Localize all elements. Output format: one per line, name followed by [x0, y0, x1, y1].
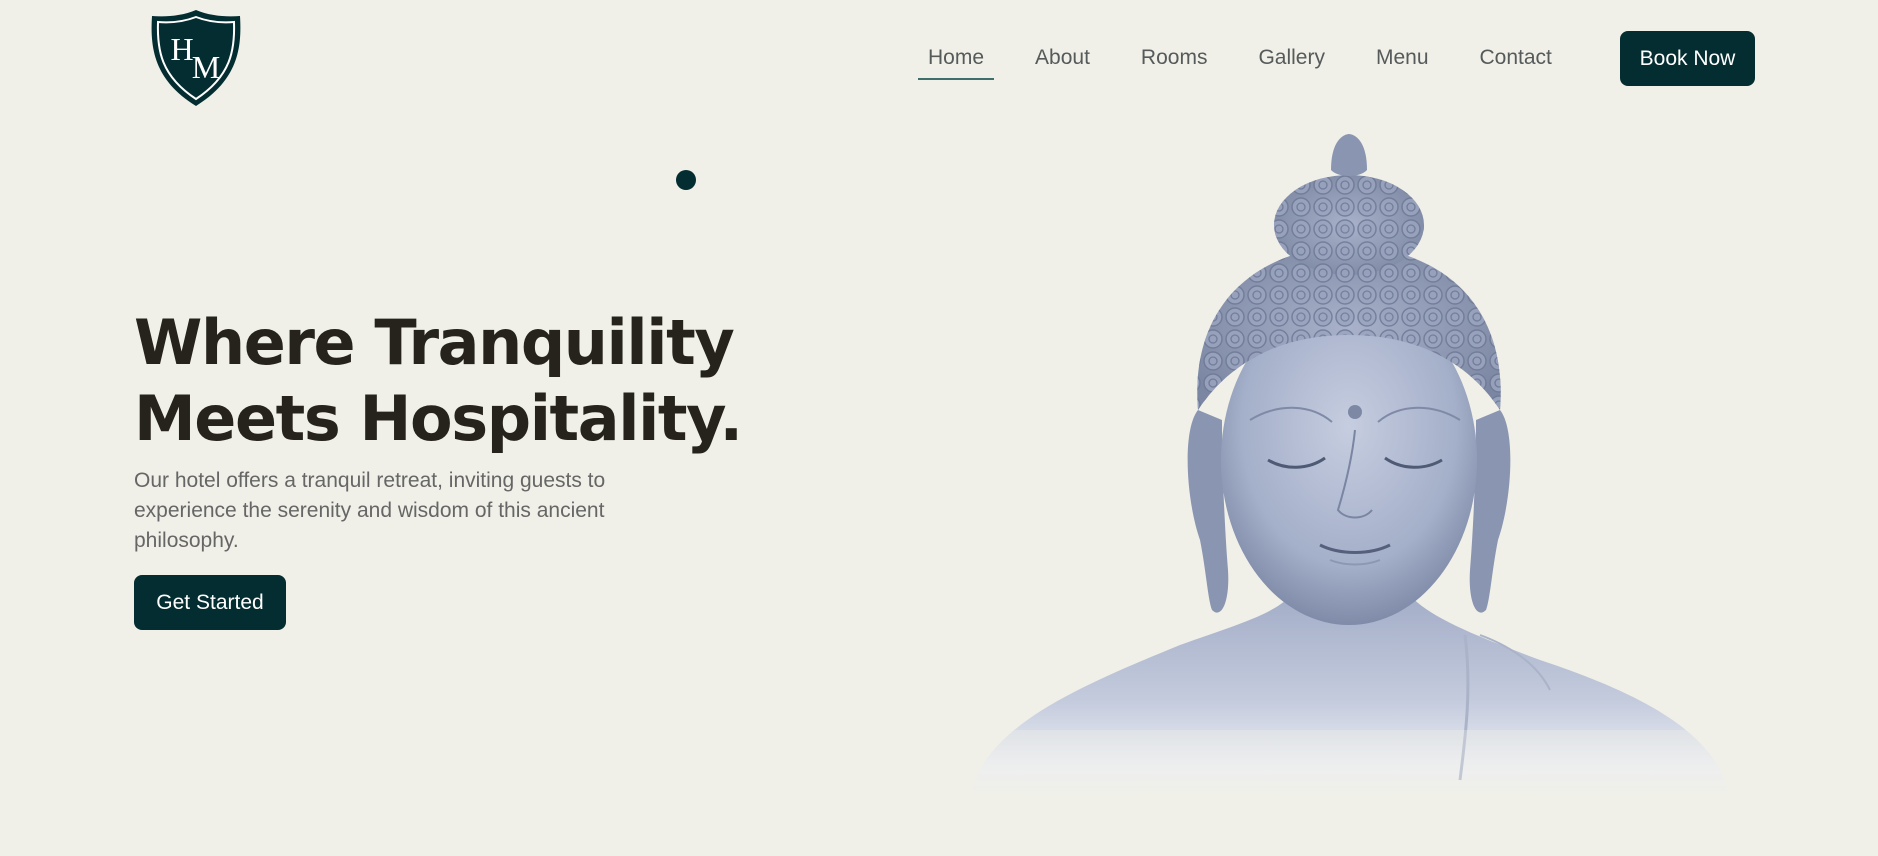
logo-letter-h: H	[170, 31, 193, 67]
main-nav: Home About Rooms Gallery Menu Contact	[918, 30, 1593, 86]
hero-title: Where Tranquility Meets Hospitality.	[134, 305, 854, 457]
dot-decoration	[676, 170, 696, 190]
nav-item-about[interactable]: About	[1025, 36, 1100, 80]
hero-description: Our hotel offers a tranquil retreat, inv…	[134, 469, 606, 552]
nav-item-home[interactable]: Home	[918, 36, 995, 80]
shield-crest-icon: H M	[151, 10, 241, 106]
hero-title-line-1: Where Tranquility	[134, 306, 735, 379]
book-now-button[interactable]: Book Now	[1620, 31, 1755, 86]
get-started-button[interactable]: Get Started	[134, 575, 286, 630]
hero-title-line-2: Meets Hospitality.	[134, 382, 743, 455]
logo-letter-m: M	[192, 49, 220, 85]
nav-item-contact[interactable]: Contact	[1470, 36, 1562, 80]
nav-item-menu[interactable]: Menu	[1366, 36, 1439, 80]
buddha-statue-icon	[960, 134, 1740, 820]
nav-item-rooms[interactable]: Rooms	[1131, 36, 1218, 80]
site-logo[interactable]: H M	[148, 8, 244, 108]
buddha-statue-image	[960, 130, 1740, 820]
nav-item-gallery[interactable]: Gallery	[1248, 36, 1335, 80]
